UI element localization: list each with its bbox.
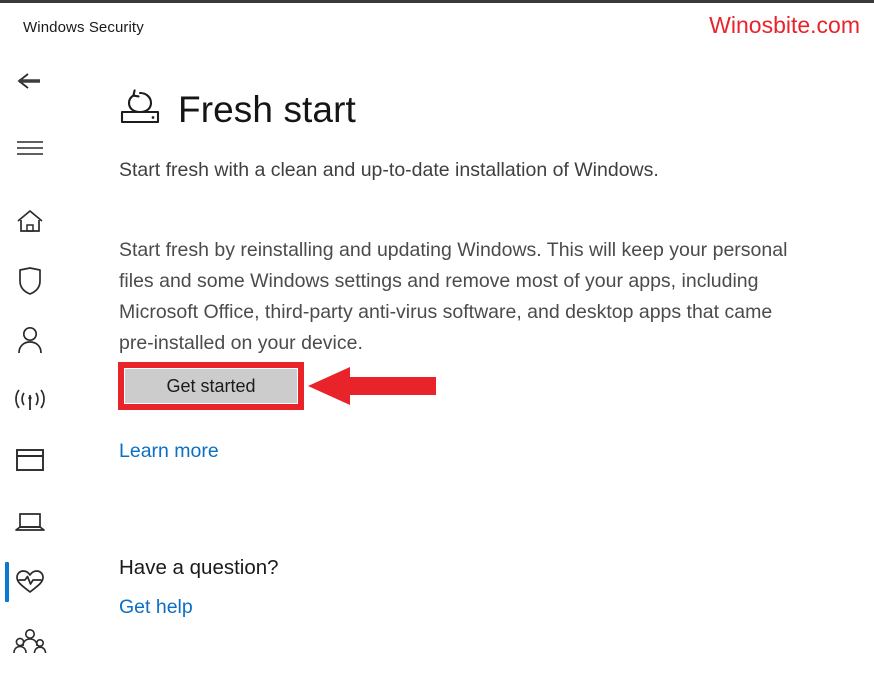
family-people-icon bbox=[13, 628, 47, 656]
learn-more-link[interactable]: Learn more bbox=[119, 440, 219, 463]
hamburger-menu-button[interactable] bbox=[0, 124, 60, 172]
sidebar-item-firewall-network-protection[interactable] bbox=[0, 376, 60, 424]
title-bar: Windows Security Winosbite.com bbox=[0, 6, 874, 51]
back-button[interactable] bbox=[0, 57, 60, 105]
get-started-button[interactable]: Get started bbox=[125, 369, 297, 403]
watermark-text: Winosbite.com bbox=[709, 12, 860, 38]
hamburger-menu-icon bbox=[16, 139, 44, 157]
navigation-sidebar bbox=[0, 51, 60, 686]
page-description: Start fresh by reinstalling and updating… bbox=[119, 238, 788, 354]
browser-window-icon bbox=[15, 447, 45, 473]
get-help-link[interactable]: Get help bbox=[119, 596, 193, 619]
sidebar-item-virus-threat-protection[interactable] bbox=[0, 257, 60, 305]
sidebar-item-family-options[interactable] bbox=[0, 618, 60, 666]
page-title: Fresh start bbox=[178, 88, 356, 130]
wireless-signal-icon bbox=[14, 386, 46, 414]
page-heading: Fresh start bbox=[118, 83, 356, 135]
sidebar-item-app-browser-control[interactable] bbox=[0, 436, 60, 484]
fresh-start-refresh-icon bbox=[118, 87, 162, 132]
have-a-question-heading: Have a question? bbox=[119, 556, 279, 579]
active-indicator-bar bbox=[5, 562, 9, 602]
back-arrow-icon bbox=[15, 69, 45, 93]
window-title: Windows Security bbox=[23, 19, 144, 36]
person-icon bbox=[17, 326, 43, 356]
sidebar-item-device-performance-health[interactable] bbox=[0, 558, 60, 606]
laptop-icon bbox=[14, 509, 46, 535]
home-icon bbox=[15, 207, 45, 235]
annotation-arrow-icon bbox=[308, 365, 436, 407]
heart-pulse-icon bbox=[15, 568, 45, 596]
shield-icon bbox=[17, 266, 43, 296]
page-subtitle: Start fresh with a clean and up-to-date … bbox=[119, 159, 659, 181]
windows-security-window: Windows Security Winosbite.com Fresh sta… bbox=[0, 0, 874, 683]
sidebar-item-device-security[interactable] bbox=[0, 498, 60, 546]
sidebar-item-account-protection[interactable] bbox=[0, 317, 60, 365]
sidebar-item-home[interactable] bbox=[0, 197, 60, 245]
